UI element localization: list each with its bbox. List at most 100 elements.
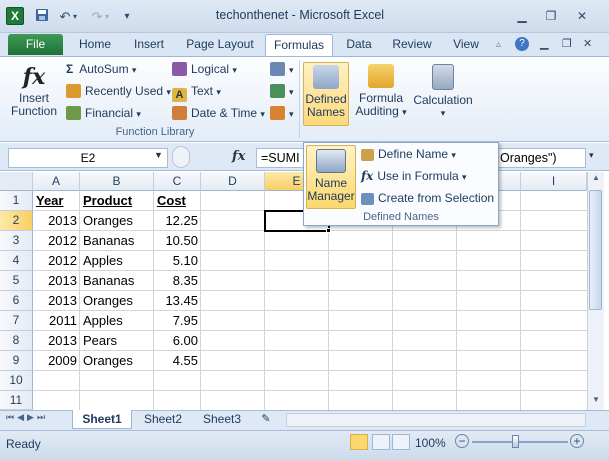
scroll-up-icon[interactable]: ▲ — [589, 173, 603, 187]
table-cell-product[interactable]: Oranges — [80, 291, 154, 311]
tab-formulas[interactable]: Formulas — [265, 34, 333, 57]
scrollbar-thumb[interactable] — [589, 190, 602, 310]
table-cell-cost[interactable]: 8.35 — [154, 271, 201, 291]
table-cell-cost[interactable]: 13.45 — [154, 291, 201, 311]
table-cell-product[interactable]: Bananas — [80, 271, 154, 291]
use-in-formula-button[interactable]: fx Use in Formula ▾ — [361, 169, 467, 183]
table-cell-year[interactable]: 2012 — [33, 231, 80, 251]
table-cell-product[interactable]: Apples — [80, 251, 154, 271]
zoom-level[interactable]: 100% — [415, 436, 446, 450]
tab-home[interactable]: Home — [72, 34, 118, 55]
table-cell-cost[interactable]: 6.00 — [154, 331, 201, 351]
table-cell-year[interactable]: 2013 — [33, 291, 80, 311]
financial-button[interactable]: Financial ▾ — [66, 106, 141, 120]
fill-handle[interactable] — [326, 228, 331, 233]
insert-function-button[interactable]: fx Insert Function — [10, 62, 58, 118]
date-time-button[interactable]: Date & Time ▾ — [172, 106, 265, 120]
row-header[interactable]: 1 — [0, 191, 33, 211]
minimize-icon[interactable]: ▁ — [540, 37, 548, 50]
table-cell-product[interactable]: Pears — [80, 331, 154, 351]
insert-sheet-icon[interactable]: ✎ — [256, 410, 276, 429]
save-icon[interactable] — [33, 8, 51, 25]
scroll-down-icon[interactable]: ▼ — [589, 395, 603, 409]
formula-bar-splitter[interactable] — [172, 146, 190, 168]
table-cell-cost[interactable]: 10.50 — [154, 231, 201, 251]
defined-names-button[interactable]: Defined Names — [303, 62, 349, 126]
define-name-button[interactable]: Define Name ▾ — [361, 147, 456, 161]
row-header[interactable]: 8 — [0, 331, 33, 351]
text-button[interactable]: A Text ▾ — [172, 84, 221, 102]
table-cell-year[interactable]: 2009 — [33, 351, 80, 371]
close-icon[interactable]: ✕ — [572, 8, 592, 24]
insert-function-icon[interactable]: fx — [232, 149, 245, 164]
row-header[interactable]: 4 — [0, 251, 33, 271]
formula-auditing-button[interactable]: Formula Auditing ▾ — [352, 64, 410, 119]
table-cell-product[interactable]: Oranges — [80, 211, 154, 231]
tab-sheet2[interactable]: Sheet2 — [134, 410, 192, 429]
horizontal-scrollbar[interactable] — [286, 413, 586, 427]
tab-insert[interactable]: Insert — [126, 34, 172, 55]
restore-icon[interactable]: ❐ — [562, 37, 572, 50]
table-cell-year[interactable]: 2012 — [33, 251, 80, 271]
table-cell-cost[interactable]: 5.10 — [154, 251, 201, 271]
tab-page-layout[interactable]: Page Layout — [182, 34, 258, 55]
column-header-a[interactable]: A — [33, 172, 80, 191]
zoom-slider-track[interactable] — [472, 441, 568, 443]
ribbon-minimize-icon[interactable]: ▵ — [496, 39, 501, 50]
zoom-in-button[interactable]: + — [570, 434, 584, 448]
chevron-down-icon[interactable]: ▼ — [154, 150, 163, 160]
column-header-c[interactable]: C — [154, 172, 201, 191]
table-cell-year[interactable]: 2013 — [33, 331, 80, 351]
help-icon[interactable]: ? — [515, 37, 529, 51]
row-header[interactable]: 11 — [0, 391, 33, 410]
tab-view[interactable]: View — [446, 34, 486, 55]
name-box[interactable]: E2 — [8, 148, 168, 168]
table-cell-product[interactable]: Bananas — [80, 231, 154, 251]
customize-qat-icon[interactable]: ▾ — [118, 8, 136, 25]
expand-formula-bar-icon[interactable]: ▾ — [589, 150, 594, 161]
name-manager-button[interactable]: Name Manager — [306, 145, 356, 209]
tab-sheet3[interactable]: Sheet3 — [194, 410, 250, 429]
row-header[interactable]: 3 — [0, 231, 33, 251]
autosum-button[interactable]: Σ AutoSum ▾ — [66, 62, 136, 76]
table-cell-year[interactable]: 2013 — [33, 271, 80, 291]
cell-b1[interactable]: Product — [80, 191, 154, 211]
page-layout-view-icon[interactable] — [372, 434, 390, 450]
row-header[interactable]: 2 — [0, 211, 33, 231]
minimize-icon[interactable]: ▁ — [512, 8, 532, 24]
row-header[interactable]: 5 — [0, 271, 33, 291]
table-cell-cost[interactable]: 4.55 — [154, 351, 201, 371]
more-functions-button[interactable]: ▾ — [270, 106, 294, 120]
tab-file[interactable]: File — [8, 34, 63, 55]
logical-button[interactable]: Logical ▾ — [172, 62, 237, 76]
tab-review[interactable]: Review — [388, 34, 436, 55]
excel-icon[interactable]: X — [6, 7, 24, 25]
calculation-button[interactable]: Calculation ▾ — [412, 64, 474, 120]
cell-a1[interactable]: Year — [33, 191, 80, 211]
lookup-reference-button[interactable]: ▾ — [270, 62, 294, 76]
column-header-i[interactable]: I — [521, 172, 587, 191]
sheet-nav-icons[interactable]: ⏮◀▶⏭ — [6, 412, 48, 423]
column-header-b[interactable]: B — [80, 172, 154, 191]
row-header[interactable]: 10 — [0, 371, 33, 391]
restore-icon[interactable]: ❐ — [541, 8, 561, 24]
row-header[interactable]: 9 — [0, 351, 33, 371]
table-cell-product[interactable]: Apples — [80, 311, 154, 331]
tab-sheet1[interactable]: Sheet1 — [72, 410, 132, 429]
normal-view-icon[interactable] — [350, 434, 368, 450]
table-cell-year[interactable]: 2011 — [33, 311, 80, 331]
table-cell-cost[interactable]: 12.25 — [154, 211, 201, 231]
cell-c1[interactable]: Cost — [154, 191, 201, 211]
page-break-view-icon[interactable] — [392, 434, 410, 450]
row-header[interactable]: 6 — [0, 291, 33, 311]
table-cell-product[interactable]: Oranges — [80, 351, 154, 371]
table-cell-year[interactable]: 2013 — [33, 211, 80, 231]
row-header[interactable]: 7 — [0, 311, 33, 331]
chevron-down-icon[interactable]: ▾ — [70, 8, 80, 25]
zoom-out-button[interactable]: − — [455, 434, 469, 448]
column-header-d[interactable]: D — [201, 172, 265, 191]
math-trig-button[interactable]: ▾ — [270, 84, 294, 98]
create-from-selection-button[interactable]: Create from Selection — [361, 191, 494, 205]
chevron-down-icon[interactable]: ▾ — [102, 8, 112, 25]
select-all-corner[interactable] — [0, 172, 33, 191]
